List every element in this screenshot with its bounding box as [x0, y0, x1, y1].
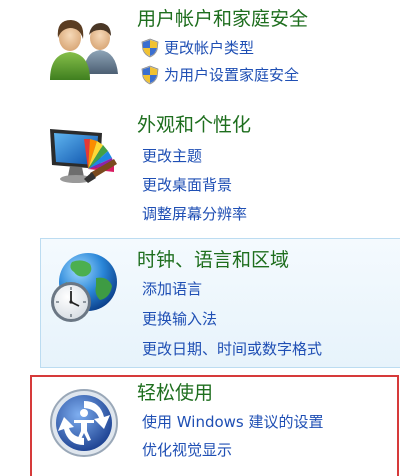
- optimize-visual-display-link[interactable]: 优化视觉显示: [142, 440, 232, 460]
- change-date-time-number-format-link[interactable]: 更改日期、时间或数字格式: [142, 339, 322, 359]
- change-input-method-link[interactable]: 更换输入法: [142, 309, 217, 329]
- change-desktop-background-link[interactable]: 更改桌面背景: [142, 175, 232, 195]
- appearance-personalization-icon[interactable]: [44, 119, 124, 199]
- category-clock-language-region: 时钟、语言和区域 添加语言 更换输入法 更改日期、时间或数字格式: [0, 238, 400, 368]
- user-accounts-title[interactable]: 用户帐户和家庭安全: [137, 7, 308, 31]
- family-safety-link[interactable]: 为用户设置家庭安全: [164, 65, 299, 85]
- add-language-link[interactable]: 添加语言: [142, 279, 202, 299]
- globe-clock-icon[interactable]: [44, 248, 126, 330]
- uac-shield-icon: [141, 38, 159, 58]
- control-panel-category-view: 用户帐户和家庭安全 更改帐户类型 为用户设置家庭安全 外观和个性化 更改主题 更…: [0, 0, 400, 476]
- clock-language-region-title[interactable]: 时钟、语言和区域: [137, 248, 289, 272]
- adjust-screen-resolution-link[interactable]: 调整屏幕分辨率: [142, 204, 247, 224]
- appearance-title[interactable]: 外观和个性化: [137, 113, 251, 137]
- category-appearance: 外观和个性化 更改主题 更改桌面背景 调整屏幕分辨率: [0, 105, 400, 235]
- uac-shield-icon: [141, 65, 159, 85]
- users-icon[interactable]: [44, 8, 122, 86]
- category-ease-of-access: 轻松使用 使用 Windows 建议的设置 优化视觉显示: [0, 375, 400, 476]
- ease-of-access-title[interactable]: 轻松使用: [137, 381, 213, 405]
- change-theme-link[interactable]: 更改主题: [142, 146, 202, 166]
- windows-recommended-settings-link[interactable]: 使用 Windows 建议的设置: [142, 412, 324, 432]
- change-account-type-link[interactable]: 更改帐户类型: [164, 38, 254, 58]
- ease-of-access-icon[interactable]: [46, 385, 122, 461]
- category-user-accounts: 用户帐户和家庭安全 更改帐户类型 为用户设置家庭安全: [0, 0, 400, 100]
